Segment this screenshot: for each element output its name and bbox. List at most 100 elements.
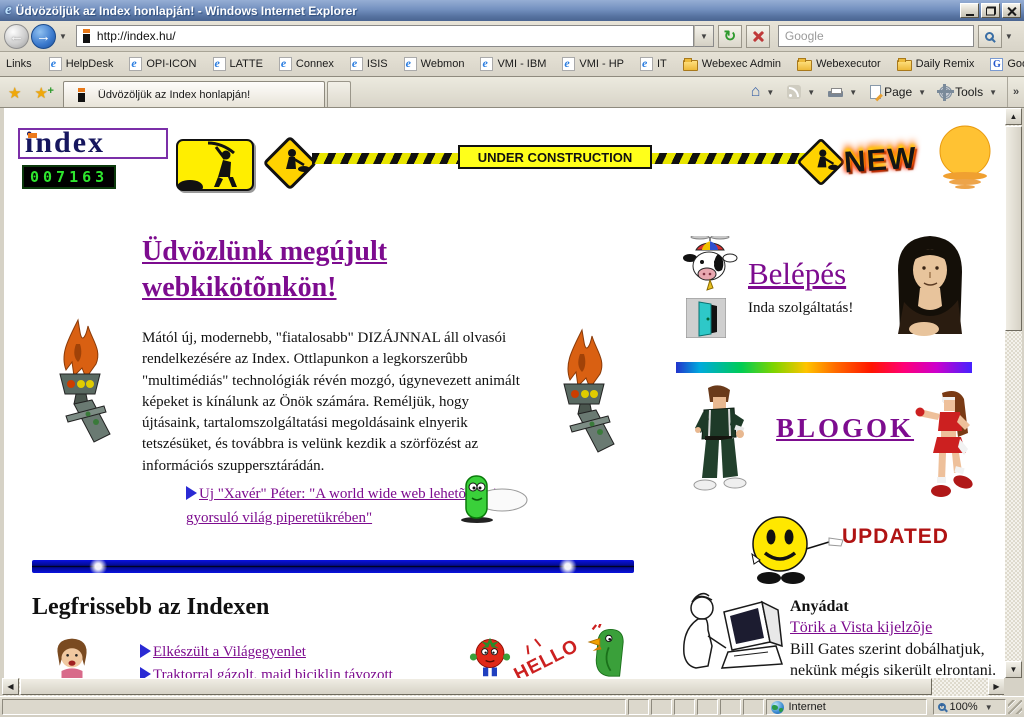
link-vmi-ibm[interactable]: VMI - IBM	[473, 55, 553, 73]
roadwork-sign-icon	[796, 137, 846, 187]
link-it[interactable]: IT	[633, 55, 674, 73]
minimize-button[interactable]	[960, 3, 979, 18]
search-input[interactable]	[785, 29, 973, 43]
link-isis[interactable]: ISIS	[343, 55, 395, 73]
links-label: Links	[6, 58, 32, 70]
ie-icon	[213, 57, 226, 71]
digging-man-sign	[176, 139, 254, 191]
zoom-level: 100%	[950, 701, 978, 713]
link-connex[interactable]: Connex	[272, 55, 341, 73]
titlebar: e Üdvözöljük az Index honlapján! - Windo…	[0, 0, 1024, 21]
triangle-bullet-icon	[186, 486, 197, 500]
page-menu-button[interactable]: Page▼	[865, 80, 934, 104]
latest-item-row: Elkészült a Világegyenlet	[140, 644, 306, 661]
links-toolbar: Links HelpDesk OPI-ICON LATTE Connex ISI…	[0, 52, 1024, 77]
latest-link-traktor[interactable]: Traktorral gázolt, majd biciklin távozot…	[153, 667, 393, 678]
anyadat-text-line1: Bill Gates szerint dobálhatjuk,	[790, 641, 985, 659]
resize-grip[interactable]	[1008, 700, 1022, 714]
index-logo-dash	[28, 133, 37, 138]
address-bar[interactable]	[76, 25, 694, 47]
cow-icon	[680, 236, 740, 296]
smiley-updated-icon	[744, 512, 844, 586]
command-bar: ⌂▼ ▼ ▼ Page▼ Tools▼	[746, 77, 1007, 107]
link-opi-icon[interactable]: OPI-ICON	[122, 55, 203, 73]
security-zone-cell: Internet	[766, 699, 927, 715]
search-button[interactable]	[978, 25, 1002, 48]
home-button[interactable]: ⌂▼	[746, 80, 783, 104]
torch-icon	[544, 328, 620, 466]
history-dropdown-icon[interactable]: ▼	[56, 32, 70, 41]
sunset-icon	[934, 124, 996, 190]
link-webexec-admin[interactable]: Webexec Admin	[676, 56, 788, 73]
ie-icon	[279, 57, 292, 71]
mona-lisa-icon	[878, 230, 978, 338]
ie-icon	[640, 57, 653, 71]
new-tab-button[interactable]	[327, 81, 351, 107]
window-title: Üdvözöljük az Index honlapján! - Windows…	[16, 4, 960, 18]
blogs-link[interactable]: BLOGOK	[776, 413, 914, 444]
link-vmi-hp[interactable]: VMI - HP	[555, 55, 631, 73]
close-button[interactable]	[1002, 3, 1021, 18]
ie-icon	[49, 57, 62, 71]
gear-icon	[939, 86, 952, 99]
stop-button[interactable]	[746, 25, 770, 48]
zoom-dropdown-icon[interactable]: ▼	[982, 703, 996, 712]
link-google[interactable]: GGoogle	[983, 56, 1024, 73]
triangle-bullet-icon	[140, 644, 151, 658]
tomato-mascot-icon	[464, 636, 516, 678]
search-options-dropdown-icon[interactable]: ▼	[1002, 32, 1016, 41]
login-link[interactable]: Belépés	[748, 256, 846, 292]
forward-button[interactable]: →	[31, 24, 56, 49]
rainbow-divider	[676, 362, 972, 373]
scroll-right-button[interactable]: ▶	[988, 678, 1005, 695]
intro-paragraph: Mától új, modernebb, "fiatalosabb" DIZÁJ…	[142, 328, 528, 477]
updated-badge: UPDATED	[842, 525, 949, 549]
add-favorite-icon[interactable]: ★	[26, 84, 52, 107]
link-latte[interactable]: LATTE	[206, 55, 270, 73]
scroll-down-button[interactable]: ▼	[1005, 661, 1022, 678]
link-helpdesk[interactable]: HelpDesk	[42, 55, 121, 73]
search-icon	[985, 32, 994, 41]
tab-index-homepage[interactable]: Üdvözöljük az Index honlapján!	[63, 81, 325, 107]
index-logo: index	[18, 128, 168, 159]
search-box[interactable]	[778, 25, 974, 47]
vista-article-link[interactable]: Törik a Vista kijelzõje	[790, 619, 932, 636]
horizontal-scrollbar[interactable]: ◀ ▶	[2, 678, 1005, 696]
print-button[interactable]: ▼	[823, 80, 865, 104]
zoom-control[interactable]: 100% ▼	[933, 699, 1007, 715]
ie-icon	[129, 57, 142, 71]
address-dropdown-button[interactable]: ▼	[694, 25, 714, 47]
ie-logo-icon: e	[5, 2, 12, 19]
scroll-left-button[interactable]: ◀	[2, 678, 19, 695]
link-webmon[interactable]: Webmon	[397, 55, 472, 73]
navigation-bar: ← → ▼ ▼ ↻ ▼	[0, 21, 1024, 52]
vertical-scrollbar[interactable]: ▲ ▼	[1005, 108, 1022, 678]
back-button[interactable]: ←	[4, 24, 29, 49]
ie-icon	[562, 57, 575, 71]
fighter-sprite-icon	[688, 384, 752, 499]
tools-menu-button[interactable]: Tools▼	[934, 80, 1005, 104]
restore-button[interactable]	[981, 3, 1000, 18]
anyadat-text-line2: nekünk mégis sikerült elrontani.	[790, 662, 996, 678]
door-icon	[686, 298, 726, 338]
horizontal-scroll-thumb[interactable]	[20, 678, 932, 695]
scroll-up-button[interactable]: ▲	[1005, 108, 1022, 125]
welcome-heading-link[interactable]: Üdvözlünk megújult webkikötõnkön!	[142, 234, 442, 306]
status-bar: Internet 100% ▼	[0, 696, 1024, 717]
status-message-cell	[2, 699, 626, 715]
refresh-button[interactable]: ↻	[718, 25, 742, 48]
rss-icon	[787, 85, 801, 99]
latest-link-vilagegyenlet[interactable]: Elkészült a Világegyenlet	[153, 644, 306, 660]
index-favicon	[77, 88, 86, 102]
favorites-star-icon[interactable]: ★	[0, 84, 26, 107]
ie-icon	[480, 57, 493, 71]
zoom-magnifier-icon	[938, 703, 946, 711]
link-daily-remix[interactable]: Daily Remix	[890, 56, 982, 73]
vertical-scroll-thumb[interactable]	[1005, 126, 1022, 331]
ie-icon	[404, 57, 417, 71]
feeds-button[interactable]: ▼	[782, 80, 823, 104]
link-webexecutor[interactable]: Webexecutor	[790, 56, 888, 73]
command-overflow-chevron-icon[interactable]: »	[1007, 77, 1024, 107]
address-input[interactable]	[97, 27, 693, 45]
refresh-icon: ↻	[724, 29, 737, 44]
